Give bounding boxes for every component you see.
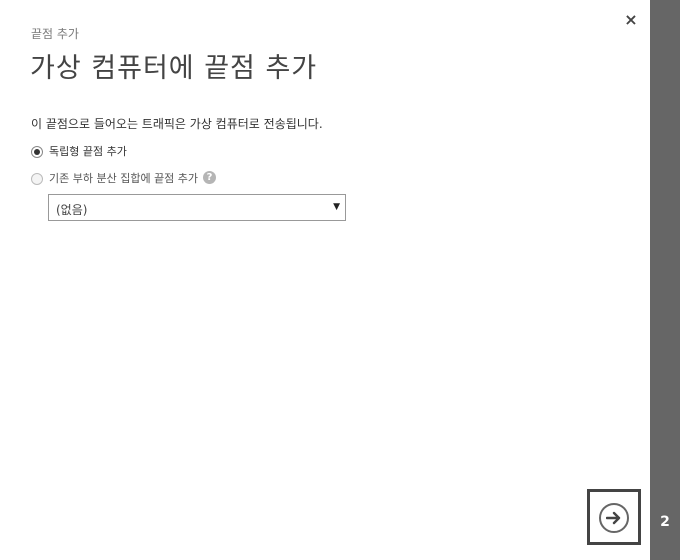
help-icon[interactable]: ? [203,170,217,184]
wizard-step-sidebar: 2 [650,0,680,560]
chevron-down-icon: ▼ [333,202,340,212]
description-text: 이 끝점으로 들어오는 트래픽은 가상 컴퓨터로 전송됩니다. [31,117,323,131]
close-icon[interactable]: × [622,10,640,29]
arrow-right-icon [599,503,629,533]
standalone-endpoint-label: 독립형 끝점 추가 [49,145,127,158]
dialog-subtitle: 끝점 추가 [31,27,79,41]
load-balanced-option[interactable]: 기존 부하 분산 집합에 끝점 추가 ? [31,170,217,186]
add-endpoint-dialog: × 끝점 추가 가상 컴퓨터에 끝점 추가 이 끝점으로 들어오는 트래픽은 가… [0,0,650,560]
standalone-endpoint-option[interactable]: 독립형 끝점 추가 [31,145,127,159]
load-balanced-label: 기존 부하 분산 집합에 끝점 추가 [49,172,199,185]
select-value: (없음) [56,203,88,217]
page-title: 가상 컴퓨터에 끝점 추가 [30,53,318,84]
load-balanced-set-select[interactable]: (없음) ▼ [48,194,346,221]
next-button[interactable] [587,489,641,545]
standalone-endpoint-radio[interactable] [31,146,43,158]
step-number: 2 [660,514,670,530]
load-balanced-radio[interactable] [31,173,43,185]
